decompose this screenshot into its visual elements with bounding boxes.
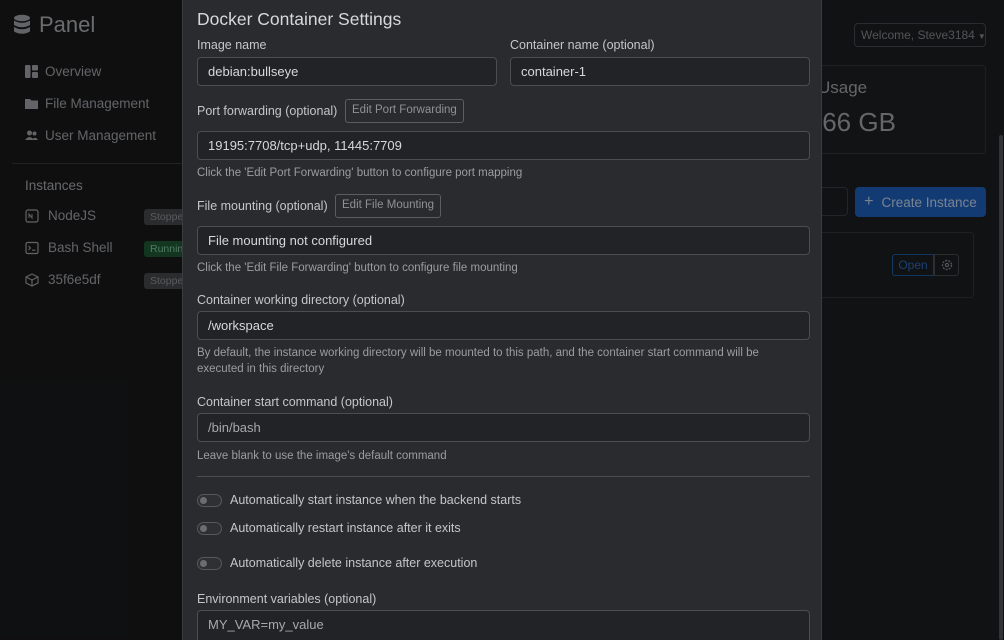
start-command-hint: Leave blank to use the image's default c… [197,450,447,462]
edit-port-forwarding-button[interactable]: Edit Port Forwarding [345,99,464,123]
working-directory-hint: By default, the instance working directo… [197,347,759,375]
auto-start-toggle[interactable] [197,493,222,507]
auto-start-label: Automatically start instance when the ba… [230,493,522,507]
auto-delete-label: Automatically delete instance after exec… [230,556,478,570]
image-name-input[interactable]: debian:bullseye [197,57,497,86]
auto-restart-toggle-row[interactable]: Automatically restart instance after it … [197,521,461,535]
start-command-input[interactable]: /bin/bash [197,413,810,442]
docker-settings-dialog: Docker Container Settings Image name deb… [182,0,822,640]
port-forwarding-input[interactable]: 19195:7708/tcp+udp, 11445:7709 [197,131,810,160]
image-name-label: Image name [197,38,267,52]
auto-delete-toggle[interactable] [197,556,222,570]
auto-restart-label: Automatically restart instance after it … [230,521,461,535]
file-mounting-input[interactable]: File mounting not configured [197,226,810,255]
container-name-label: Container name (optional) [510,38,655,52]
port-forwarding-label: Port forwarding (optional) [197,104,338,118]
edit-file-mounting-button[interactable]: Edit File Mounting [335,194,442,218]
dialog-title: Docker Container Settings [197,9,402,29]
auto-start-toggle-row[interactable]: Automatically start instance when the ba… [197,493,521,507]
auto-restart-toggle[interactable] [197,521,222,535]
env-vars-label: Environment variables (optional) [197,592,377,606]
working-directory-input[interactable]: /workspace [197,311,810,340]
divider [197,476,810,477]
file-mounting-hint: Click the 'Edit File Forwarding' button … [197,262,518,274]
file-mounting-label: File mounting (optional) [197,199,328,213]
auto-delete-toggle-row[interactable]: Automatically delete instance after exec… [197,556,477,570]
port-forwarding-hint: Click the 'Edit Port Forwarding' button … [197,167,523,179]
start-command-label: Container start command (optional) [197,395,393,409]
container-name-input[interactable]: container-1 [510,57,810,86]
working-directory-label: Container working directory (optional) [197,293,405,307]
env-vars-input[interactable]: MY_VAR=my_value [197,610,810,640]
